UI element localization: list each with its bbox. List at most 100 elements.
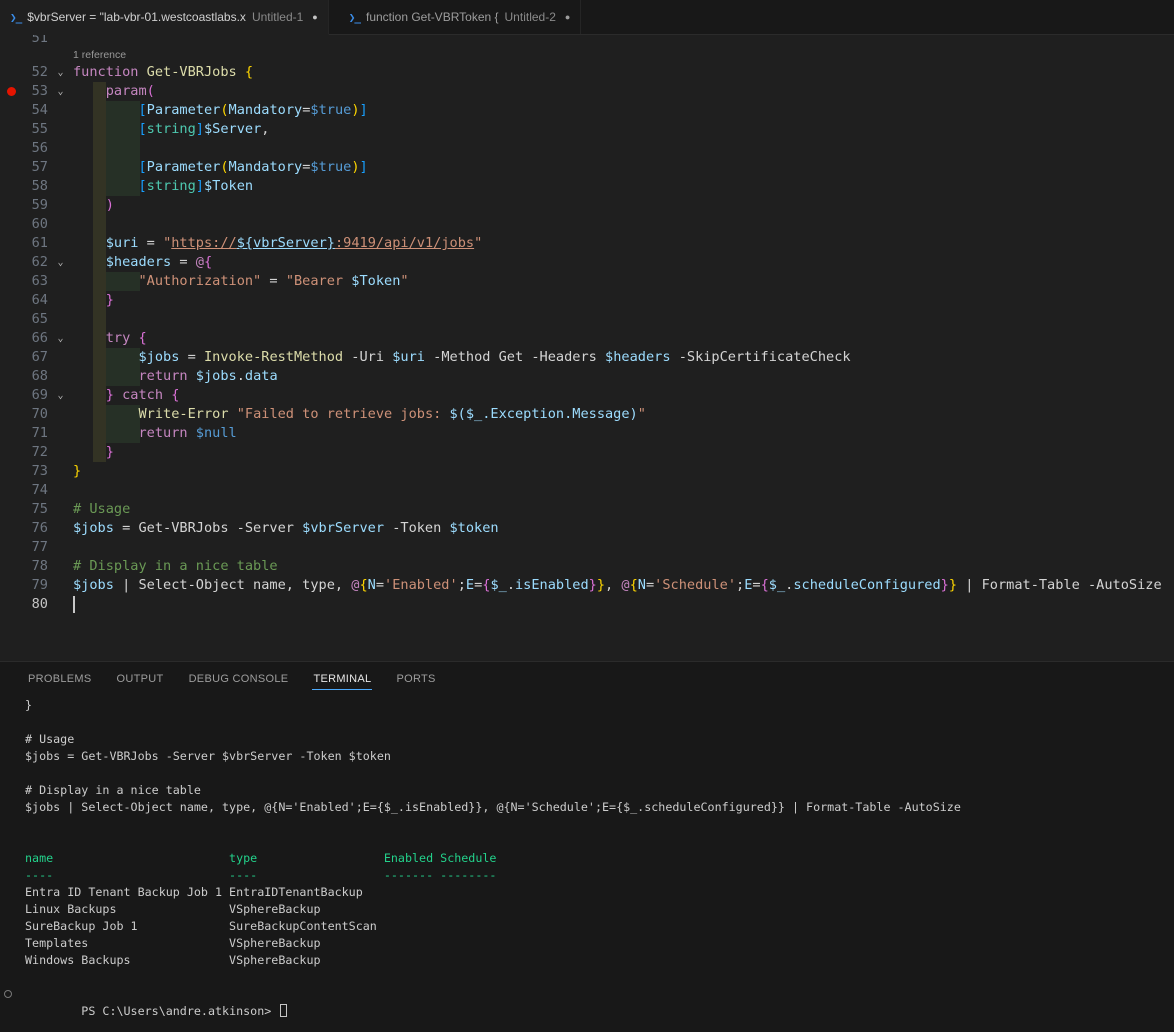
fold-chevron-icon[interactable]: ⌄ [48,82,73,101]
tab-filename: Untitled-1 [252,10,303,24]
fold-chevron-icon[interactable]: ⌄ [48,63,73,82]
editor-tab[interactable]: ❯_$vbrServer = "lab-vbr-01.westcoastlabs… [0,0,329,35]
line-content: [string]$Server, [73,120,1174,139]
code-line[interactable]: 64 } [0,291,1174,310]
terminal-output[interactable]: }# Usage$jobs = Get-VBRJobs -Server $vbr… [0,694,1174,1003]
token: } [949,577,957,593]
code-line[interactable]: 71 return $null [0,424,1174,443]
breakpoint-area[interactable] [0,386,22,405]
breakpoint-area[interactable] [0,576,22,595]
tokens: return $null [73,425,237,441]
panel-tab-debug-console[interactable]: DEBUG CONSOLE [188,666,290,690]
fold-spacer [48,348,73,367]
token: # Usage [73,501,130,517]
codelens-references[interactable]: 1 reference [0,48,1174,63]
code-line[interactable]: 73} [0,462,1174,481]
terminal-cursor [280,1004,287,1017]
code-line[interactable]: 75# Usage [0,500,1174,519]
code-line[interactable]: 66⌄ try { [0,329,1174,348]
breakpoint-area[interactable] [0,82,22,101]
breakpoint-area[interactable] [0,557,22,576]
breakpoint-area[interactable] [0,519,22,538]
token: :9419/api/v1/jobs [335,235,474,251]
breakpoint-area[interactable] [0,367,22,386]
code-line[interactable]: 61 $uri = "https://${vbrServer}:9419/api… [0,234,1174,253]
token: " [400,273,408,289]
breakpoint-area[interactable] [0,348,22,367]
code-line[interactable]: 52⌄function Get-VBRJobs { [0,63,1174,82]
token: , [605,577,621,593]
tokens: ) [73,197,114,213]
code-line[interactable]: 53⌄ param( [0,82,1174,101]
code-line[interactable]: 68 return $jobs.data [0,367,1174,386]
breakpoint-area[interactable] [0,291,22,310]
breakpoint-area[interactable] [0,329,22,348]
code-line[interactable]: 58 [string]$Token [0,177,1174,196]
breakpoint-area[interactable] [0,63,22,82]
fold-spacer [48,310,73,329]
code-line[interactable]: 55 [string]$Server, [0,120,1174,139]
code-editor[interactable]: 511 reference52⌄function Get-VBRJobs {53… [0,35,1174,661]
token: $jobs [196,368,237,384]
breakpoint-area[interactable] [0,35,22,48]
breakpoint-area[interactable] [0,234,22,253]
breakpoint-area[interactable] [0,139,22,158]
code-line[interactable]: 78# Display in a nice table [0,557,1174,576]
code-line[interactable]: 51 [0,35,1174,48]
fold-chevron-icon[interactable]: ⌄ [48,253,73,272]
code-line[interactable]: 74 [0,481,1174,500]
fold-chevron-icon[interactable]: ⌄ [48,329,73,348]
breakpoint-area[interactable] [0,424,22,443]
breakpoint-area[interactable] [0,158,22,177]
breakpoint-area[interactable] [0,500,22,519]
code-line[interactable]: 77 [0,538,1174,557]
table-row: Templates VSphereBackup [0,935,1174,952]
code-line[interactable]: 79$jobs | Select-Object name, type, @{N=… [0,576,1174,595]
code-line[interactable]: 63 "Authorization" = "Bearer $Token" [0,272,1174,291]
breakpoint-area[interactable] [0,481,22,500]
breakpoint-area[interactable] [0,253,22,272]
breakpoint-area[interactable] [0,405,22,424]
code-line[interactable]: 54 [Parameter(Mandatory=$true)] [0,101,1174,120]
breakpoint-area[interactable] [0,215,22,234]
tokens: $jobs = Get-VBRJobs -Server $vbrServer -… [73,520,499,536]
code-line[interactable]: 56 [0,139,1174,158]
code-line[interactable]: 65 [0,310,1174,329]
code-line[interactable]: 76$jobs = Get-VBRJobs -Server $vbrServer… [0,519,1174,538]
breakpoint-area[interactable] [0,462,22,481]
code-line[interactable]: 72 } [0,443,1174,462]
breakpoint-area[interactable] [0,101,22,120]
panel-tab-output[interactable]: OUTPUT [116,666,165,690]
breakpoint-area[interactable] [0,177,22,196]
gutter: 80 [0,595,73,614]
breakpoint-area[interactable] [0,272,22,291]
panel-tab-terminal[interactable]: TERMINAL [312,666,372,690]
code-line[interactable]: 62⌄ $headers = @{ [0,253,1174,272]
gutter: 73 [0,462,73,481]
table-row: Entra ID Tenant Backup Job 1 EntraIDTena… [0,884,1174,901]
line-number: 70 [22,405,48,424]
code-line[interactable]: 57 [Parameter(Mandatory=$true)] [0,158,1174,177]
table-underline-line: ---- ---- ------- -------- [0,867,1174,884]
code-line[interactable]: 69⌄ } catch { [0,386,1174,405]
code-line[interactable]: 80 [0,595,1174,614]
breakpoint-area[interactable] [0,595,22,614]
code-line[interactable]: 60 [0,215,1174,234]
token: $Token [204,178,253,194]
breakpoint-area[interactable] [0,120,22,139]
token: data [245,368,278,384]
code-line[interactable]: 59 ) [0,196,1174,215]
fold-chevron-icon[interactable]: ⌄ [48,386,73,405]
panel-tab-problems[interactable]: PROBLEMS [27,666,93,690]
line-content: } catch { [73,386,1174,405]
panel-tab-ports[interactable]: PORTS [395,666,436,690]
code-line[interactable]: 70 Write-Error "Failed to retrieve jobs:… [0,405,1174,424]
breakpoint-area[interactable] [0,538,22,557]
command-decoration-icon[interactable] [4,990,12,998]
code-line[interactable]: 67 $jobs = Invoke-RestMethod -Uri $uri -… [0,348,1174,367]
fold-spacer [48,177,73,196]
breakpoint-area[interactable] [0,310,22,329]
editor-tab[interactable]: ❯_function Get-VBRToken {Untitled-2● [339,0,582,34]
breakpoint-area[interactable] [0,443,22,462]
breakpoint-area[interactable] [0,196,22,215]
